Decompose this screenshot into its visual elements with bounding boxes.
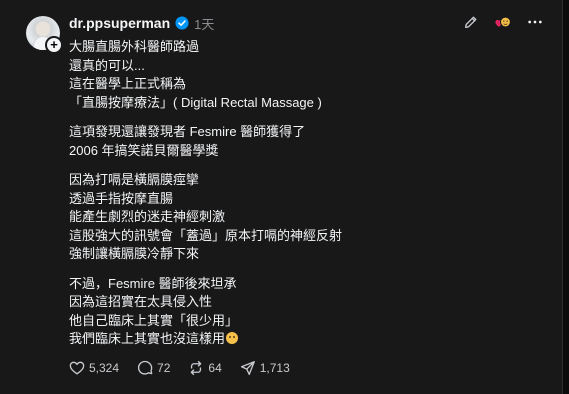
post-line: 「直腸按摩療法」( Digital Rectal Massage ) bbox=[69, 94, 322, 110]
post-actions: 5,324 72 64 1,713 bbox=[69, 360, 290, 376]
post-paragraph: 這項發現還讓發現者 Fesmire 醫師獲得了 2006 年搞笑諾貝爾醫學獎 bbox=[69, 123, 539, 160]
edit-pencil-icon[interactable] bbox=[462, 13, 480, 31]
reaction-emoji-icon[interactable] bbox=[494, 13, 512, 31]
post-line: 我們臨床上其實也沒這樣用 bbox=[69, 331, 226, 346]
verified-badge-icon bbox=[175, 16, 189, 30]
grinning-emoji-icon bbox=[226, 332, 239, 344]
post-line: 2006 年搞笑諾貝爾醫學獎 bbox=[69, 142, 219, 158]
post-line: 因為這招實在太具侵入性 bbox=[69, 294, 213, 309]
repost-button[interactable]: 64 bbox=[188, 360, 222, 376]
post-line: 透過手指按摩直腸 bbox=[69, 190, 174, 206]
like-count: 5,324 bbox=[89, 361, 120, 375]
post-header: dr.ppsuperman 1天 bbox=[69, 13, 214, 33]
repost-count: 64 bbox=[208, 361, 222, 375]
post-timestamp[interactable]: 1天 bbox=[194, 14, 214, 33]
post-paragraph: 大腸直腸外科醫師路過 還真的可以... 這在醫學上正式稱為 「直腸按摩療法」( … bbox=[69, 38, 539, 112]
post-body: 大腸直腸外科醫師路過 還真的可以... 這在醫學上正式稱為 「直腸按摩療法」( … bbox=[69, 38, 539, 360]
username[interactable]: dr.ppsuperman bbox=[69, 15, 170, 31]
post-paragraph: 因為打嗝是橫膈膜痙攣 透過手指按摩直腸 能產生劇烈的迷走神經刺激 這股強大的訊號… bbox=[69, 171, 539, 264]
page-edge bbox=[563, 0, 569, 394]
share-icon bbox=[240, 361, 255, 376]
post-card: + dr.ppsuperman 1天 大腸直腸外科醫師路過 還真的可以... 這… bbox=[0, 0, 563, 394]
post-line: 能產生劇烈的迷走神經刺激 bbox=[69, 209, 226, 224]
repost-icon bbox=[191, 360, 202, 376]
header-actions bbox=[462, 13, 544, 31]
more-options-icon[interactable] bbox=[526, 13, 544, 31]
post-line: 因為打嗝是橫膈膜痙攣 bbox=[69, 172, 200, 187]
reply-count: 72 bbox=[157, 361, 171, 375]
post-line: 這在醫學上正式稱為 bbox=[69, 76, 187, 91]
post-line: 還真的可以... bbox=[69, 57, 145, 73]
reply-button[interactable]: 72 bbox=[137, 360, 170, 376]
post-line: 這股強大的訊號會「蓋過」原本打嗝的神經反射 bbox=[69, 227, 343, 243]
post-line: 不過，Fesmire 醫師後來坦承 bbox=[69, 275, 237, 291]
comment-icon bbox=[137, 360, 153, 375]
like-button[interactable]: 5,324 bbox=[69, 360, 119, 376]
post-line: 強制讓橫膈膜冷靜下來 bbox=[69, 246, 200, 261]
follow-plus-icon[interactable]: + bbox=[45, 36, 63, 54]
avatar-container[interactable]: + bbox=[26, 16, 63, 54]
share-button[interactable]: 1,713 bbox=[240, 360, 290, 376]
post-line: 這項發現還讓發現者 Fesmire 醫師獲得了 bbox=[69, 124, 306, 139]
post-paragraph: 不過，Fesmire 醫師後來坦承 因為這招實在太具侵入性 他自己臨床上其實「很… bbox=[69, 275, 539, 349]
post-line: 大腸直腸外科醫師路過 bbox=[69, 39, 200, 54]
share-count: 1,713 bbox=[259, 361, 290, 375]
heart-icon bbox=[69, 361, 85, 375]
post-line: 他自己臨床上其實「很少用」 bbox=[69, 312, 239, 328]
post-line-with-emoji: 我們臨床上其實也沒這樣用 bbox=[69, 330, 539, 349]
